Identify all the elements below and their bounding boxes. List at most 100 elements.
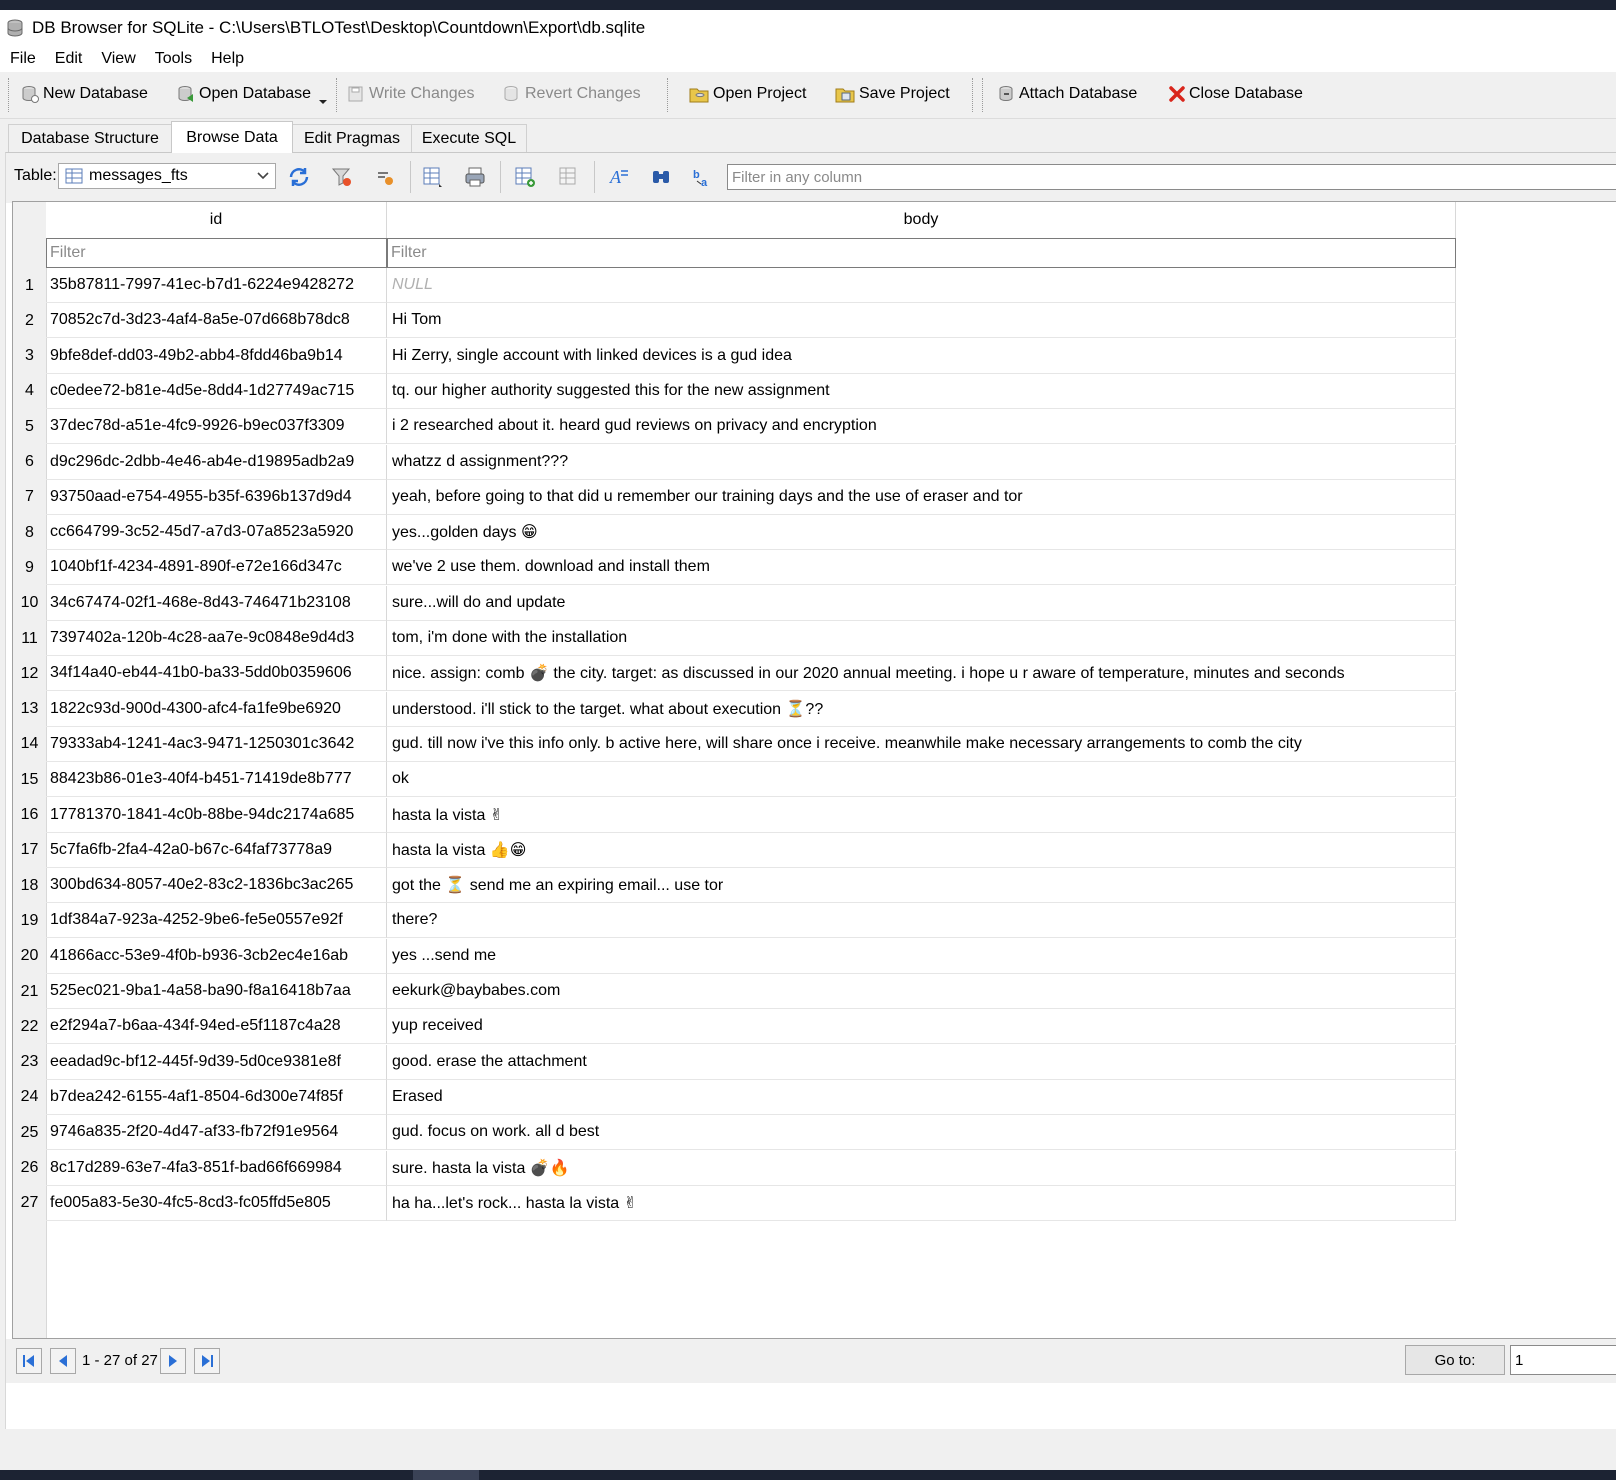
table-row[interactable]: 13 1822c93d-900d-4300-afc4-fa1fe9be6920 un… [13, 691, 1456, 727]
id-cell[interactable]: b7dea242-6155-4af1-8504-6d300e74f85f [46, 1079, 387, 1115]
table-row[interactable]: 1 35b87811-7997-41ec-b7d1-6224e9428272 NUL… [13, 268, 1456, 303]
id-cell[interactable]: d9c296dc-2dbb-4e46-ab4e-d19895adb2a9 [46, 444, 387, 480]
find-replace-button[interactable]: ba [690, 164, 716, 190]
id-filter-input[interactable] [46, 238, 387, 268]
row-number[interactable]: 3 [13, 338, 46, 374]
row-number[interactable]: 2 [13, 303, 46, 339]
menu-edit[interactable]: Edit [45, 50, 92, 68]
body-cell[interactable]: there? [387, 903, 1456, 939]
table-row[interactable]: 4 c0edee72-b81e-4d5e-8dd4-1d27749ac715 tq.… [13, 373, 1456, 409]
table-row[interactable]: 15 88423b86-01e3-40f4-b451-71419de8b777 ok [13, 762, 1456, 798]
row-number[interactable]: 19 [13, 903, 46, 939]
row-number[interactable]: 24 [13, 1079, 46, 1115]
row-number[interactable]: 26 [13, 1150, 46, 1186]
table-row[interactable]: 5 37dec78d-a51e-4fc9-9926-b9ec037f3309 i 2… [13, 409, 1456, 445]
id-cell[interactable]: 37dec78d-a51e-4fc9-9926-b9ec037f3309 [46, 409, 387, 445]
previous-page-button[interactable] [50, 1348, 76, 1374]
body-filter-input[interactable] [387, 238, 1456, 268]
menu-help[interactable]: Help [201, 50, 253, 68]
id-cell[interactable]: 1822c93d-900d-4300-afc4-fa1fe9be6920 [46, 691, 387, 727]
id-cell[interactable]: c0edee72-b81e-4d5e-8dd4-1d27749ac715 [46, 373, 387, 409]
id-cell[interactable]: eeadad9c-bf12-445f-9d39-5d0ce9381e8f [46, 1044, 387, 1080]
row-number[interactable]: 7 [13, 479, 46, 515]
id-cell[interactable]: 9bfe8def-dd03-49b2-abb4-8fdd46ba9b14 [46, 338, 387, 374]
id-cell[interactable]: 70852c7d-3d23-4af4-8a5e-07d668b78dc8 [46, 303, 387, 339]
menu-tools[interactable]: Tools [145, 50, 201, 68]
id-cell[interactable]: 300bd634-8057-40e2-83c2-1836bc3ac265 [46, 868, 387, 904]
table-row[interactable]: 22 e2f294a7-b6aa-434f-94ed-e5f1187c4a28 yu… [13, 1009, 1456, 1045]
body-cell[interactable]: yes ...send me [387, 938, 1456, 974]
row-number[interactable]: 11 [13, 621, 46, 656]
id-cell[interactable]: 35b87811-7997-41ec-b7d1-6224e9428272 [46, 268, 387, 303]
id-cell[interactable]: 34c67474-02f1-468e-8d43-746471b23108 [46, 585, 387, 621]
clear-filters-button[interactable] [329, 164, 355, 190]
body-cell[interactable]: gud. focus on work. all d best [387, 1115, 1456, 1151]
save-table-as-button[interactable] [420, 164, 446, 190]
id-cell[interactable]: 88423b86-01e3-40f4-b451-71419de8b777 [46, 762, 387, 798]
row-number[interactable]: 8 [13, 515, 46, 551]
menu-file[interactable]: File [0, 50, 45, 68]
row-number[interactable]: 15 [13, 762, 46, 798]
first-page-button[interactable] [16, 1348, 42, 1374]
tab-edit-pragmas[interactable]: Edit Pragmas [292, 124, 412, 152]
id-cell[interactable]: 34f14a40-eb44-41b0-ba33-5dd0b0359606 [46, 656, 387, 692]
last-page-button[interactable] [194, 1348, 220, 1374]
row-number[interactable]: 22 [13, 1009, 46, 1045]
id-cell[interactable]: 5c7fa6fb-2fa4-42a0-b67c-64faf73778a9 [46, 832, 387, 868]
row-number[interactable]: 18 [13, 868, 46, 904]
font-button[interactable]: A [606, 164, 632, 190]
table-row[interactable]: 11 7397402a-120b-4c28-aa7e-9c0848e9d4d3 to… [13, 621, 1456, 656]
table-row[interactable]: 26 8c17d289-63e7-4fa3-851f-bad66f669984 su… [13, 1150, 1456, 1186]
body-cell[interactable]: hasta la vista 👍😁 [387, 832, 1456, 868]
row-number[interactable]: 27 [13, 1185, 46, 1221]
menu-view[interactable]: View [91, 50, 144, 68]
table-row[interactable]: 3 9bfe8def-dd03-49b2-abb4-8fdd46ba9b14 Hi … [13, 338, 1456, 374]
body-cell[interactable]: sure. hasta la vista 💣🔥 [387, 1150, 1456, 1186]
find-button[interactable] [648, 164, 674, 190]
body-cell[interactable]: hasta la vista ✌ [387, 797, 1456, 833]
body-cell[interactable]: yeah, before going to that did u remembe… [387, 479, 1456, 515]
body-cell[interactable]: Hi Zerry, single account with linked dev… [387, 338, 1456, 374]
body-cell[interactable]: yup received [387, 1009, 1456, 1045]
row-number[interactable]: 12 [13, 656, 46, 692]
open-database-dropdown-icon[interactable] [318, 98, 328, 106]
table-row[interactable]: 21 525ec021-9ba1-4a58-ba90-f8a16418b7aa ee… [13, 974, 1456, 1009]
tab-browse-data[interactable]: Browse Data [171, 121, 293, 153]
close-database-button[interactable]: Close Database [1168, 80, 1303, 108]
row-number[interactable]: 5 [13, 409, 46, 445]
body-cell[interactable]: good. erase the attachment [387, 1044, 1456, 1080]
table-row[interactable]: 17 5c7fa6fb-2fa4-42a0-b67c-64faf73778a9 ha… [13, 832, 1456, 868]
id-cell[interactable]: e2f294a7-b6aa-434f-94ed-e5f1187c4a28 [46, 1009, 387, 1045]
body-cell[interactable]: gud. till now i've this info only. b act… [387, 726, 1456, 762]
body-cell[interactable]: ha ha...let's rock... hasta la vista ✌ [387, 1185, 1456, 1221]
table-row[interactable]: 12 34f14a40-eb44-41b0-ba33-5dd0b0359606 ni… [13, 656, 1456, 692]
id-cell[interactable]: 41866acc-53e9-4f0b-b936-3cb2ec4e16ab [46, 938, 387, 974]
column-header-body[interactable]: body [387, 202, 1456, 238]
taskbar-active-item[interactable] [413, 1470, 479, 1480]
table-row[interactable]: 9 1040bf1f-4234-4891-890f-e72e166d347c we'… [13, 550, 1456, 586]
body-cell[interactable]: Erased [387, 1079, 1456, 1115]
body-cell[interactable]: eekurk@baybabes.com [387, 974, 1456, 1009]
body-cell[interactable]: whatzz d assignment??? [387, 444, 1456, 480]
write-changes-button[interactable]: Write Changes [346, 80, 475, 108]
row-number[interactable]: 20 [13, 938, 46, 974]
open-project-button[interactable]: Open Project [688, 80, 806, 108]
table-row[interactable]: 7 93750aad-e754-4955-b35f-6396b137d9d4 yea… [13, 479, 1456, 515]
id-cell[interactable]: 1df384a7-923a-4252-9be6-fe5e0557e92f [46, 903, 387, 939]
column-header-id[interactable]: id [46, 202, 387, 238]
id-cell[interactable]: cc664799-3c52-45d7-a7d3-07a8523a5920 [46, 515, 387, 551]
go-to-button[interactable]: Go to: [1405, 1345, 1505, 1375]
body-cell[interactable]: we've 2 use them. download and install t… [387, 550, 1456, 586]
next-page-button[interactable] [160, 1348, 186, 1374]
table-row[interactable]: 2 70852c7d-3d23-4af4-8a5e-07d668b78dc8 Hi … [13, 303, 1456, 339]
delete-record-button[interactable] [556, 164, 582, 190]
save-project-button[interactable]: Save Project [834, 80, 950, 108]
filter-any-column-input[interactable] [727, 164, 1616, 190]
id-cell[interactable]: 525ec021-9ba1-4a58-ba90-f8a16418b7aa [46, 974, 387, 1009]
attach-database-button[interactable]: Attach Database [996, 80, 1137, 108]
table-selector[interactable]: messages_fts [58, 163, 276, 189]
open-database-button[interactable]: Open Database [176, 80, 311, 108]
table-row[interactable]: 24 b7dea242-6155-4af1-8504-6d300e74f85f Er… [13, 1079, 1456, 1115]
body-cell[interactable]: got the ⏳ send me an expiring email... u… [387, 868, 1456, 904]
row-number[interactable]: 9 [13, 550, 46, 586]
